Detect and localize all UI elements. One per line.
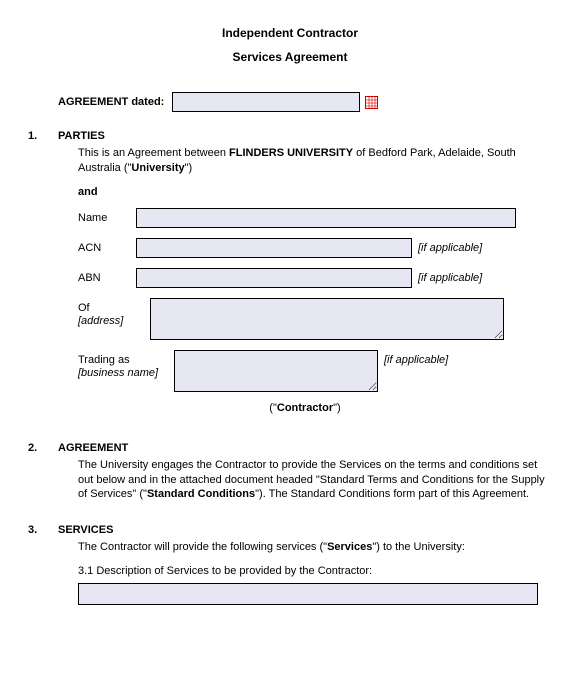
contractor-label-line: ("Contractor") [58,402,552,414]
label-trading-text: Trading as [78,354,130,366]
title-block: Independent Contractor Services Agreemen… [28,26,552,64]
section-number-2: 2. [28,442,58,511]
parties-intro: This is an Agreement between FLINDERS UN… [78,146,552,176]
services-sub-text: Description of Services to be provided b… [96,565,372,577]
row-name: Name [78,208,552,228]
title-line-2: Services Agreement [28,50,552,64]
heading-parties: PARTIES [58,130,552,142]
row-address: Of [address] [78,298,552,340]
input-name[interactable] [136,208,516,228]
section-body-agreement: AGREEMENT The University engages the Con… [58,442,552,511]
label-abn: ABN [78,268,136,285]
parties-intro-text-c: ") [185,162,193,174]
agreement-dated-row: AGREEMENT dated: [58,92,552,112]
calendar-icon[interactable] [364,95,378,109]
services-sub-num: 3.1 [78,565,93,577]
agreement-dated-label: AGREEMENT dated: [58,96,164,108]
title-line-1: Independent Contractor [28,26,552,40]
services-sub-row: 3.1 Description of Services to be provid… [78,565,552,577]
contractor-close: ") [333,402,341,414]
section-services: 3. SERVICES The Contractor will provide … [28,524,552,605]
input-services-description[interactable] [78,583,538,605]
services-text-b: ") to the University: [372,541,465,553]
section-agreement: 2. AGREEMENT The University engages the … [28,442,552,511]
parties-intro-bold1: FLINDERS UNIVERSITY [229,147,353,159]
heading-agreement: AGREEMENT [58,442,552,454]
page: Independent Contractor Services Agreemen… [0,0,580,619]
label-acn: ACN [78,238,136,255]
row-abn: ABN [if applicable] [78,268,552,288]
trading-if-applicable: [if applicable] [384,350,448,366]
label-of-address: Of [address] [78,298,136,328]
input-acn[interactable] [136,238,412,258]
acn-if-applicable: [if applicable] [418,238,482,254]
label-trading-hint: [business name] [78,367,158,379]
section-body-parties: PARTIES This is an Agreement between FLI… [58,130,552,428]
agreement-text: The University engages the Contractor to… [78,458,552,503]
abn-if-applicable: [if applicable] [418,268,482,284]
parties-intro-text-a: This is an Agreement between [78,147,229,159]
agreement-date-input[interactable] [172,92,360,112]
services-text: The Contractor will provide the followin… [78,540,552,555]
label-trading: Trading as [business name] [78,350,170,380]
parties-intro-bold2: University [131,162,184,174]
contractor-word: Contractor [277,402,333,414]
date-field-wrap [172,92,378,112]
row-trading: Trading as [business name] [if applicabl… [78,350,552,392]
contractor-fields: Name ACN [if applicable] ABN [if applica… [78,208,552,392]
label-address-hint: [address] [78,315,123,327]
contractor-open: (" [269,402,277,414]
section-number-1: 1. [28,130,58,428]
agreement-text-b: "). The Standard Conditions form part of… [255,488,529,500]
input-trading[interactable] [174,350,378,392]
parties-and: and [78,186,552,198]
section-number-3: 3. [28,524,58,605]
row-acn: ACN [if applicable] [78,238,552,258]
input-abn[interactable] [136,268,412,288]
section-body-services: SERVICES The Contractor will provide the… [58,524,552,605]
input-address[interactable] [150,298,504,340]
services-text-a: The Contractor will provide the followin… [78,541,327,553]
agreement-text-bold: Standard Conditions [147,488,255,500]
services-text-bold: Services [327,541,372,553]
heading-services: SERVICES [58,524,552,536]
section-parties: 1. PARTIES This is an Agreement between … [28,130,552,428]
label-of: Of [78,302,90,314]
label-name: Name [78,208,136,225]
